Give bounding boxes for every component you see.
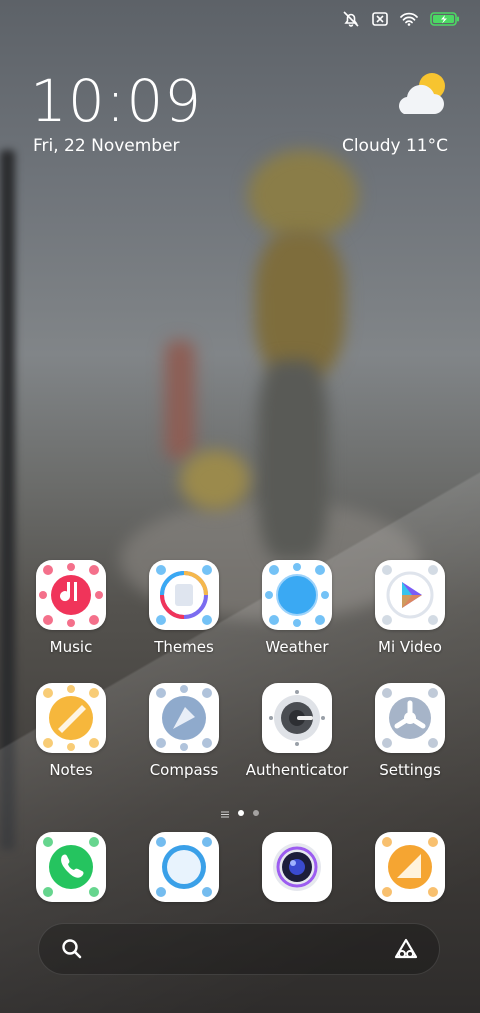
app-settings[interactable]: Settings bbox=[356, 683, 464, 779]
authenticator-icon bbox=[262, 683, 332, 753]
page-dot-active[interactable] bbox=[238, 809, 244, 816]
gallery-icon bbox=[375, 832, 445, 902]
settings-icon bbox=[375, 683, 445, 753]
dock-messages[interactable] bbox=[130, 832, 238, 902]
messages-icon bbox=[149, 832, 219, 902]
wifi-icon bbox=[400, 12, 418, 26]
app-music[interactable]: Music bbox=[17, 560, 125, 656]
weather-icon bbox=[262, 560, 332, 630]
phone-icon bbox=[36, 832, 106, 902]
app-notes[interactable]: Notes bbox=[17, 683, 125, 779]
menu-lines-icon bbox=[221, 803, 229, 822]
app-label: Authenticator bbox=[245, 761, 349, 779]
partly-cloudy-icon[interactable] bbox=[390, 70, 450, 120]
music-icon bbox=[36, 560, 106, 630]
status-bar bbox=[342, 10, 460, 28]
notes-icon bbox=[36, 683, 106, 753]
page-dot[interactable] bbox=[253, 809, 259, 816]
app-compass[interactable]: Compass bbox=[130, 683, 238, 779]
search-icon[interactable] bbox=[61, 938, 83, 964]
assistant-icon[interactable] bbox=[393, 937, 419, 965]
app-label: Music bbox=[49, 638, 93, 656]
app-mi-video[interactable]: Mi Video bbox=[356, 560, 464, 656]
search-bar[interactable] bbox=[38, 923, 440, 975]
battery-charging-icon bbox=[430, 12, 460, 26]
dock-gallery[interactable] bbox=[356, 832, 464, 902]
mi-video-icon bbox=[375, 560, 445, 630]
compass-icon bbox=[149, 683, 219, 753]
app-label: Settings bbox=[379, 761, 441, 779]
app-authenticator[interactable]: Authenticator bbox=[243, 683, 351, 779]
app-label: Compass bbox=[149, 761, 219, 779]
app-label: Weather bbox=[265, 638, 329, 656]
dock-camera[interactable] bbox=[243, 832, 351, 902]
themes-icon bbox=[149, 560, 219, 630]
camera-icon bbox=[262, 832, 332, 902]
app-themes[interactable]: Themes bbox=[130, 560, 238, 656]
clock-date[interactable]: Fri, 22 November bbox=[33, 136, 180, 156]
weather-summary[interactable]: Cloudy 11°C bbox=[342, 136, 448, 156]
app-label: Themes bbox=[154, 638, 214, 656]
no-sim-icon bbox=[372, 12, 388, 26]
dock-phone[interactable] bbox=[17, 832, 125, 902]
clock-time[interactable]: 10:09 bbox=[30, 72, 202, 130]
app-weather[interactable]: Weather bbox=[243, 560, 351, 656]
app-label: Notes bbox=[49, 761, 93, 779]
page-indicator[interactable] bbox=[0, 803, 480, 822]
app-label: Mi Video bbox=[378, 638, 442, 656]
alarm-off-icon bbox=[342, 10, 360, 28]
